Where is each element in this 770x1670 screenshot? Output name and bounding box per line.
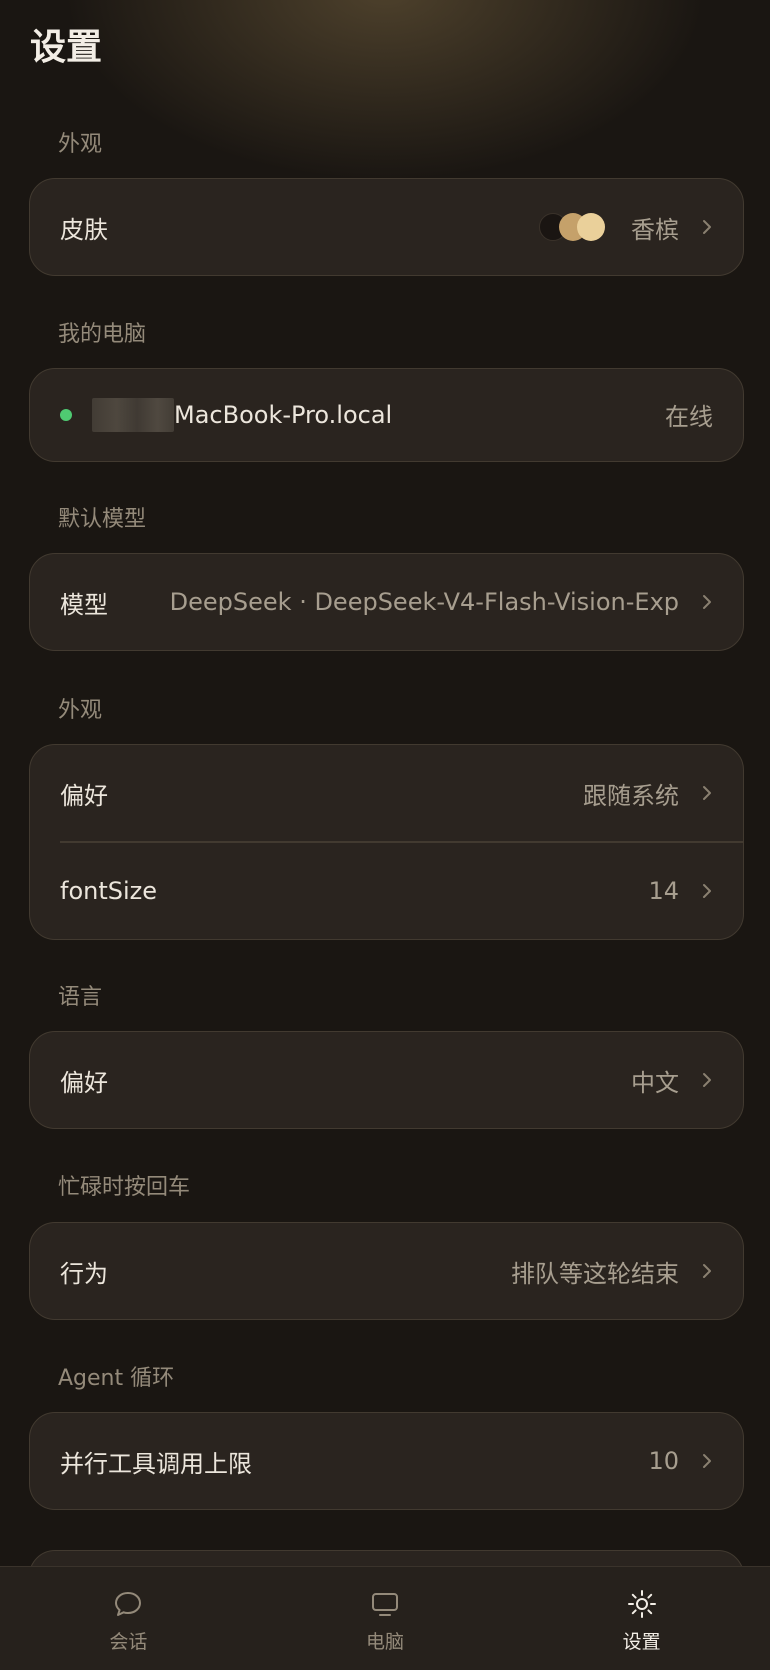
appearance-card: 偏好 跟随系统 fontSize 14 [29,744,744,940]
chevron-right-icon [701,1262,713,1280]
language-pref-label: 偏好 [60,1068,108,1097]
tab-chat[interactable]: 会话 [0,1567,257,1670]
parallel-tools-row[interactable]: 并行工具调用上限 10 [30,1413,743,1509]
skin-value: 香槟 [631,215,679,244]
gear-icon [627,1590,656,1618]
model-label: 模型 [60,590,108,619]
page-title: 设置 [30,27,103,68]
skin-label: 皮肤 [60,215,108,244]
chevron-right-icon [701,882,713,900]
swatch-champagne [577,213,605,241]
chevron-right-icon [701,1452,713,1470]
bottom-tab-bar: 会话 电脑 设置 [0,1566,770,1670]
behavior-value: 排队等这轮结束 [511,1259,679,1288]
section-label-my-computer: 我的电脑 [58,322,147,347]
tab-settings[interactable]: 设置 [513,1567,770,1670]
chevron-right-icon [701,218,713,236]
agent-loop-card: 并行工具调用上限 10 [29,1412,744,1510]
language-pref-row[interactable]: 偏好 中文 [30,1032,743,1128]
chevron-right-icon [701,784,713,802]
tab-computer-label: 电脑 [366,1631,405,1653]
tab-settings-label: 设置 [622,1631,661,1653]
skin-card: 皮肤 香槟 [29,178,744,276]
behavior-row[interactable]: 行为 排队等这轮结束 [30,1223,743,1319]
font-size-value: 14 [648,876,679,905]
computer-card: MacBook-Pro.local 在线 [29,368,744,462]
parallel-tools-value: 10 [648,1447,679,1475]
computer-row[interactable]: MacBook-Pro.local 在线 [30,369,743,460]
behavior-label: 行为 [60,1259,108,1288]
computer-status: 在线 [665,403,713,431]
monitor-icon [372,1593,398,1616]
font-size-row[interactable]: fontSize 14 [30,843,743,939]
skin-swatches [539,212,609,242]
section-label-appearance-prefs: 外观 [58,698,103,723]
language-pref-value: 中文 [631,1068,679,1097]
theme-pref-value: 跟随系统 [583,781,679,810]
section-label-default-model: 默认模型 [58,507,147,532]
theme-pref-label: 偏好 [60,781,108,810]
chevron-right-icon [701,1071,713,1089]
computer-hostname: MacBook-Pro.local [174,400,393,429]
busy-enter-card: 行为 排队等这轮结束 [29,1222,744,1320]
model-row[interactable]: 模型 DeepSeek · DeepSeek-V4-Flash-Vision-E… [30,554,743,650]
chevron-right-icon [701,593,713,611]
section-label-appearance: 外观 [58,132,103,157]
section-label-busy-enter: 忙碌时按回车 [58,1175,191,1200]
settings-screen: 设置 外观 皮肤 香槟 我的电脑 MacBook-Pro.local 在线 默认… [0,0,770,1670]
tab-chat-label: 会话 [109,1631,148,1653]
language-card: 偏好 中文 [29,1031,744,1129]
tab-computer[interactable]: 电脑 [257,1567,514,1670]
font-size-label: fontSize [60,876,158,905]
skin-row[interactable]: 皮肤 香槟 [30,179,743,275]
model-value: DeepSeek · DeepSeek-V4-Flash-Vision-Exp [169,588,679,616]
model-card: 模型 DeepSeek · DeepSeek-V4-Flash-Vision-E… [29,553,744,651]
section-label-language: 语言 [58,985,103,1010]
chat-bubble-icon [115,1592,142,1616]
redacted-hostname [92,397,174,432]
online-status-dot [60,408,72,421]
parallel-tools-label: 并行工具调用上限 [60,1449,252,1478]
theme-pref-row[interactable]: 偏好 跟随系统 [30,745,743,841]
section-label-agent-loop: Agent 循环 [58,1366,175,1391]
